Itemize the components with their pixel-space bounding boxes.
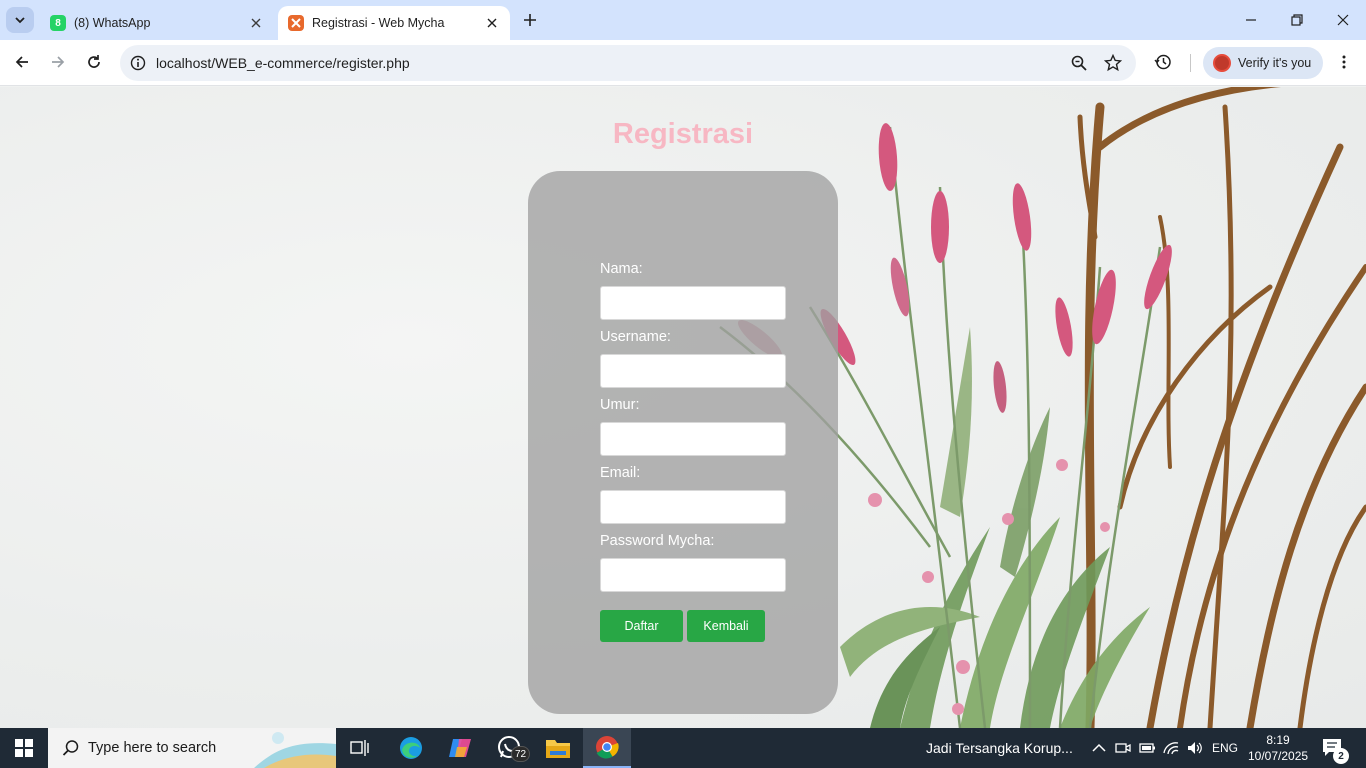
kembali-button[interactable]: Kembali — [687, 610, 765, 642]
password-input[interactable] — [600, 558, 786, 592]
avatar — [1213, 54, 1231, 72]
tab-title: Registrasi - Web Mycha — [312, 16, 445, 30]
taskbar-search-box[interactable]: Type here to search — [48, 728, 336, 768]
bookmark-star-icon[interactable] — [1104, 54, 1122, 72]
wifi-icon[interactable] — [1162, 739, 1180, 757]
folder-icon — [546, 740, 570, 758]
close-window-button[interactable] — [1320, 0, 1366, 40]
whatsapp-favicon-icon: 8 — [50, 15, 66, 31]
chrome-taskbar-button[interactable] — [583, 728, 631, 768]
search-highlight-illustration-icon — [254, 732, 336, 768]
task-view-button[interactable] — [336, 728, 384, 768]
site-info-icon[interactable] — [130, 55, 146, 71]
zoom-icon[interactable] — [1070, 54, 1088, 72]
plus-icon — [524, 14, 536, 26]
chevron-down-icon — [15, 17, 25, 24]
username-input[interactable] — [600, 354, 786, 388]
page-title: Registrasi — [612, 118, 754, 150]
news-widget[interactable]: Jadi Tersangka Korup... — [926, 740, 1073, 756]
battery-icon[interactable] — [1138, 739, 1156, 757]
forward-button[interactable] — [44, 48, 72, 76]
email-label: Email: — [600, 465, 641, 481]
tab-search-button[interactable] — [6, 7, 34, 33]
volume-icon[interactable] — [1186, 739, 1204, 757]
chevron-up-icon[interactable] — [1090, 739, 1108, 757]
close-tab-icon[interactable] — [246, 13, 266, 33]
reload-icon — [88, 55, 100, 68]
file-explorer-taskbar-button[interactable] — [534, 728, 582, 768]
windows-logo-icon — [15, 739, 33, 757]
whatsapp-taskbar-button[interactable]: 72 — [485, 728, 533, 768]
tab-whatsapp[interactable]: 8 (8) WhatsApp — [40, 6, 274, 40]
search-icon — [62, 740, 79, 756]
clock-time: 8:19 — [1266, 733, 1290, 747]
umur-input[interactable] — [600, 422, 786, 456]
task-view-icon — [350, 740, 369, 756]
url-text[interactable]: localhost/WEB_e-commerce/register.php — [156, 55, 1136, 71]
clock-date: 10/07/2025 — [1248, 749, 1309, 763]
more-vertical-icon — [1342, 55, 1346, 69]
search-placeholder: Type here to search — [88, 740, 217, 756]
address-bar[interactable]: localhost/WEB_e-commerce/register.php — [120, 45, 1136, 81]
restore-button[interactable] — [1274, 0, 1320, 40]
arrow-right-icon — [52, 56, 65, 68]
page-viewport: Registrasi Nama: Username: Umur: Email: … — [0, 87, 1366, 728]
close-icon — [1337, 14, 1349, 26]
reload-button[interactable] — [80, 48, 108, 76]
whatsapp-unread-badge: 72 — [511, 746, 531, 762]
start-button[interactable] — [0, 728, 48, 768]
verify-profile-button[interactable]: Verify it's you — [1203, 47, 1323, 79]
nama-label: Nama: — [600, 261, 643, 277]
minimize-icon — [1246, 19, 1256, 21]
minimize-button[interactable] — [1228, 0, 1274, 40]
nama-input[interactable] — [600, 286, 786, 320]
tab-strip: 8 (8) WhatsApp Registrasi - Web Mycha — [0, 0, 1366, 40]
history-button[interactable] — [1149, 48, 1177, 76]
meet-now-icon[interactable] — [1114, 739, 1132, 757]
copilot-icon — [449, 739, 471, 757]
password-label: Password Mycha: — [600, 533, 715, 549]
edge-taskbar-button[interactable] — [387, 728, 435, 768]
username-label: Username: — [600, 329, 671, 345]
verify-label: Verify it's you — [1238, 56, 1312, 70]
browser-menu-button[interactable] — [1330, 48, 1358, 76]
tab-registrasi[interactable]: Registrasi - Web Mycha — [278, 6, 510, 40]
tab-title: (8) WhatsApp — [74, 16, 151, 30]
email-input[interactable] — [600, 490, 786, 524]
restore-icon — [1291, 14, 1303, 26]
new-tab-button[interactable] — [518, 8, 542, 32]
daftar-button[interactable]: Daftar — [600, 610, 683, 642]
registration-form: Nama: Username: Umur: Email: Password My… — [528, 171, 838, 714]
windows-taskbar: Type here to search 72 Jadi Tersangka Ko… — [0, 728, 1366, 768]
back-button[interactable] — [8, 48, 36, 76]
close-tab-icon[interactable] — [482, 13, 502, 33]
taskbar-clock[interactable]: 8:19 10/07/2025 — [1248, 732, 1308, 764]
history-icon — [1154, 54, 1171, 70]
xampp-favicon-icon — [288, 15, 304, 31]
edge-icon — [400, 737, 422, 759]
notification-count-badge: 2 — [1333, 748, 1349, 764]
input-language-indicator[interactable]: ENG — [1212, 741, 1238, 755]
arrow-left-icon — [15, 56, 28, 68]
copilot-taskbar-button[interactable] — [436, 728, 484, 768]
browser-toolbar: localhost/WEB_e-commerce/register.php Ve… — [0, 40, 1366, 86]
toolbar-divider — [1190, 54, 1191, 72]
umur-label: Umur: — [600, 397, 640, 413]
chrome-icon — [596, 736, 619, 759]
